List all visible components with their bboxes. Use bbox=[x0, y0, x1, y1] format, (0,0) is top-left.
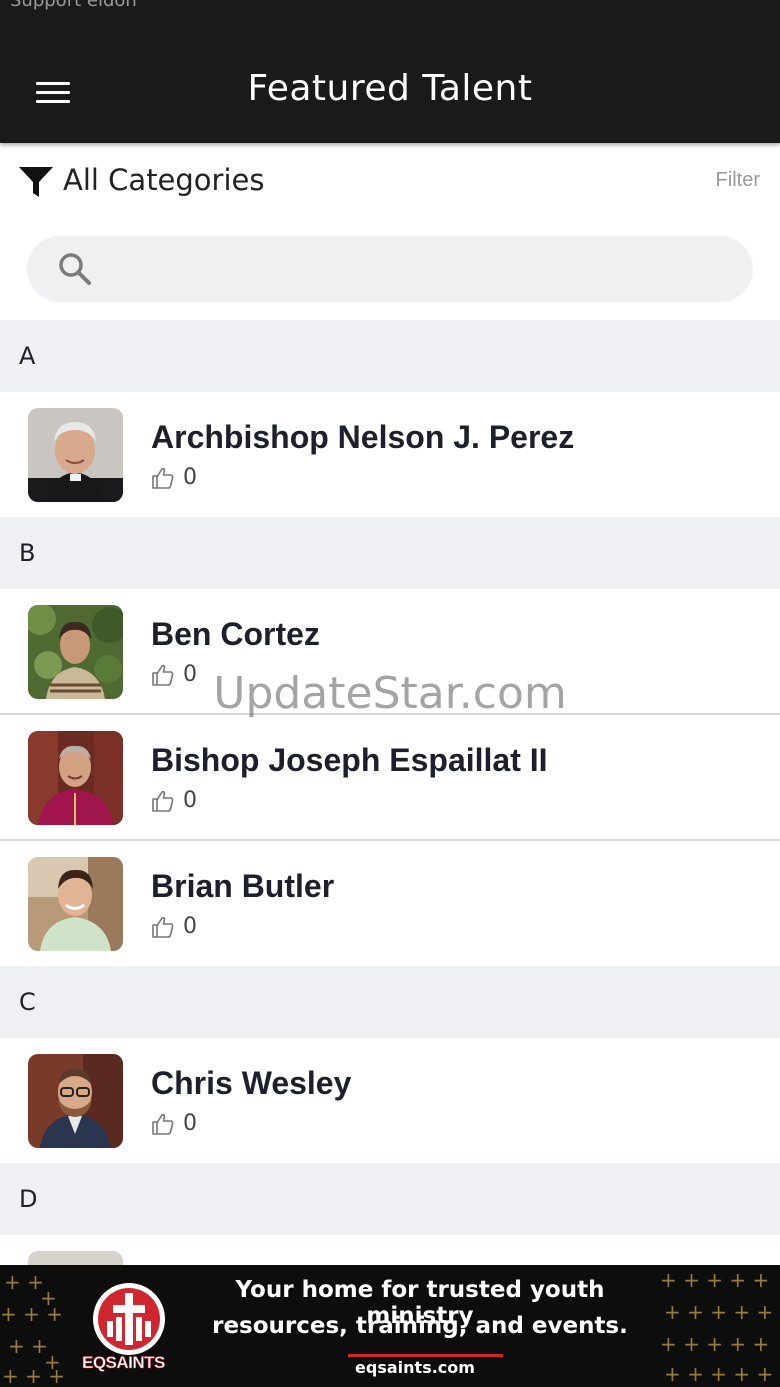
likes: 0 bbox=[151, 788, 197, 813]
ad-subheadline: resources, training, and events. bbox=[212, 1313, 628, 1339]
like-count: 0 bbox=[183, 662, 197, 687]
ad-divider bbox=[348, 1354, 503, 1357]
list-item[interactable]: Brian Butler 0 bbox=[0, 841, 780, 966]
ad-brand-name: EQSAINTS bbox=[82, 1353, 166, 1373]
like-count: 0 bbox=[183, 914, 197, 939]
talent-name: Bishop Joseph Espaillat II bbox=[151, 742, 548, 778]
svg-text:+ +: + + bbox=[8, 1334, 48, 1358]
svg-text:+ + + + +: + + + + + bbox=[664, 1362, 773, 1386]
svg-text:+ + + + +: + + + + + bbox=[660, 1268, 769, 1292]
svg-text:+: + bbox=[44, 1350, 61, 1374]
filter-bar: All Categories Filter bbox=[0, 143, 780, 221]
svg-text:+ + + + +: + + + + + bbox=[664, 1300, 773, 1324]
page-title: Featured Talent bbox=[247, 68, 533, 109]
svg-text:+ +: + + bbox=[4, 1270, 44, 1294]
thumbs-up-icon[interactable] bbox=[151, 789, 175, 813]
filter-button[interactable]: Filter bbox=[716, 169, 760, 192]
avatar bbox=[28, 857, 123, 951]
app-header: Support eldon Featured Talent bbox=[0, 0, 780, 143]
section-header-a: A bbox=[0, 320, 780, 392]
svg-text:+: + bbox=[40, 1286, 57, 1310]
ad-url[interactable]: eqsaints.com bbox=[180, 1358, 650, 1377]
talent-name: Brian Butler bbox=[151, 868, 335, 904]
svg-text:+ + + + +: + + + + + bbox=[660, 1332, 769, 1356]
avatar bbox=[28, 408, 123, 502]
talent-name: Ben Cortez bbox=[151, 616, 320, 652]
likes: 0 bbox=[151, 465, 197, 490]
thumbs-up-icon[interactable] bbox=[151, 663, 175, 687]
status-bar-text: Support eldon bbox=[10, 0, 137, 11]
talent-name: Chris Wesley bbox=[151, 1065, 352, 1101]
search-input[interactable] bbox=[107, 244, 727, 294]
avatar bbox=[28, 731, 123, 825]
list-item[interactable]: Chris Wesley 0 bbox=[0, 1038, 780, 1163]
category-label[interactable]: All Categories bbox=[63, 163, 265, 197]
thumbs-up-icon[interactable] bbox=[151, 1112, 175, 1136]
section-header-b: B bbox=[0, 517, 780, 589]
section-header-c: C bbox=[0, 966, 780, 1038]
likes: 0 bbox=[151, 1111, 197, 1136]
list-item[interactable]: Archbishop Nelson J. Perez 0 bbox=[0, 392, 780, 517]
likes: 0 bbox=[151, 914, 197, 939]
avatar bbox=[28, 1054, 123, 1148]
list-item[interactable]: Ben Cortez 0 bbox=[0, 589, 780, 715]
search-icon bbox=[59, 253, 91, 285]
like-count: 0 bbox=[183, 788, 197, 813]
funnel-icon[interactable] bbox=[18, 165, 54, 199]
talent-list: A Archbishop Nelson J. Perez 0 B Ben Cor… bbox=[0, 320, 780, 1360]
ad-banner[interactable]: + + + + + + + + + + + + + + + + + + + + + + +… bbox=[0, 1265, 780, 1387]
thumbs-up-icon[interactable] bbox=[151, 915, 175, 939]
thumbs-up-icon[interactable] bbox=[151, 466, 175, 490]
like-count: 0 bbox=[183, 465, 197, 490]
like-count: 0 bbox=[183, 1111, 197, 1136]
talent-name: Archbishop Nelson J. Perez bbox=[151, 419, 575, 455]
likes: 0 bbox=[151, 662, 197, 687]
avatar bbox=[28, 605, 123, 699]
search-bar[interactable] bbox=[27, 236, 753, 302]
list-item[interactable]: Bishop Joseph Espaillat II 0 bbox=[0, 715, 780, 841]
section-header-d: D bbox=[0, 1163, 780, 1235]
